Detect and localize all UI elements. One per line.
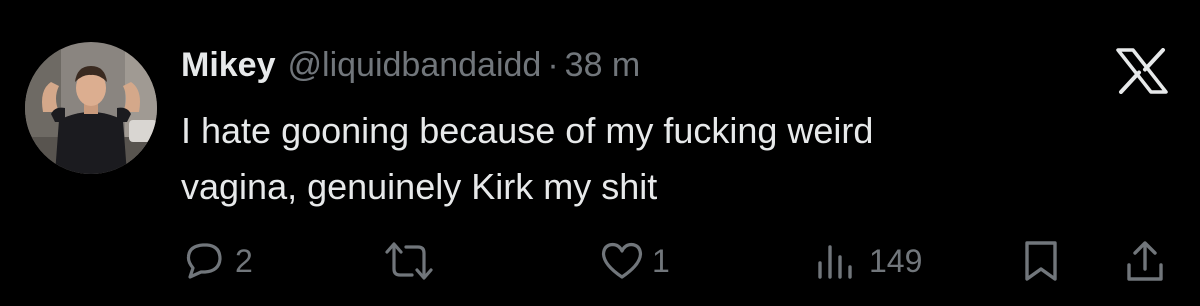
avatar[interactable] [25,42,157,174]
display-name[interactable]: Mikey [181,41,276,89]
reply-icon [183,240,225,282]
tweet-text-line: I hate gooning because of my fucking wei… [181,110,874,151]
header-separator: · [547,46,559,84]
bookmark-button[interactable] [1022,236,1060,286]
views-icon [815,241,855,281]
like-count: 1 [652,242,670,279]
x-logo-icon [1115,48,1169,94]
timestamp[interactable]: 38 m [565,41,641,89]
tweet-text-line: vagina, genuinely Kirk my shit [181,166,658,207]
view-count: 149 [869,242,923,279]
share-button[interactable] [1125,236,1165,286]
action-bar: 2 1 149 [0,236,1200,286]
user-handle[interactable]: @liquidbandaidd [288,41,542,89]
bookmark-icon [1022,239,1060,283]
retweet-button[interactable] [383,236,435,286]
retweet-icon [383,239,435,283]
like-button[interactable]: 1 [600,236,670,286]
share-icon [1125,239,1165,283]
reply-count: 2 [235,242,253,279]
reply-button[interactable]: 2 [183,236,253,286]
tweet-header: Mikey @liquidbandaidd · 38 m [181,41,640,89]
tweet-card[interactable]: Mikey @liquidbandaidd · 38 m I hate goon… [0,0,1200,306]
avatar-photo [25,42,157,174]
heart-icon [600,241,644,281]
views-button[interactable]: 149 [815,236,922,286]
tweet-text: I hate gooning because of my fucking wei… [181,103,1141,215]
